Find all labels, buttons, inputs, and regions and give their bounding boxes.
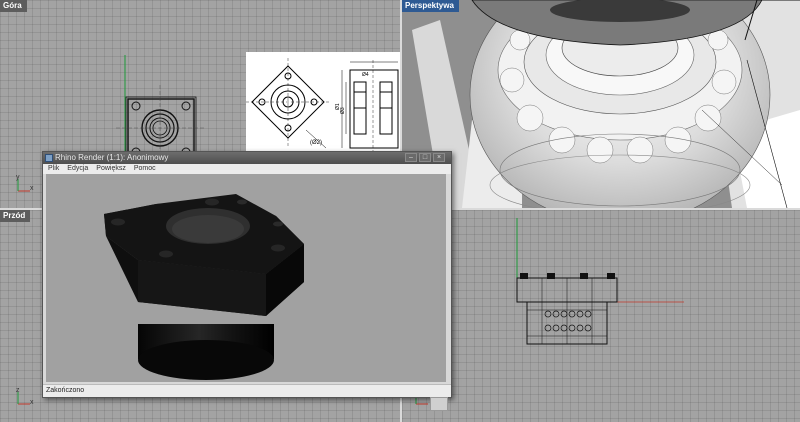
menu-edit[interactable]: Edycja [67, 164, 88, 174]
menu-zoom[interactable]: Powiększ [96, 164, 126, 174]
perspective-viewport[interactable]: Perspektywa [402, 0, 800, 208]
reference-drawing-image: (Ø2) Ø1 Ø3 Ø4 [246, 52, 400, 158]
render-window-title: Rhino Render (1:1): Anonimowy [55, 153, 169, 162]
perspective-render-geometry [412, 0, 800, 208]
front-axis-label-x: x [30, 399, 34, 406]
axis-label-x: x [30, 185, 34, 192]
reference-drawing: (Ø2) Ø1 Ø3 Ø4 [246, 58, 399, 154]
right-viewport-geometry [516, 218, 684, 345]
render-status-bar: Zakończono [43, 384, 451, 397]
drawing-dim-d2: Ø4 [362, 72, 369, 78]
right-viewport[interactable] [402, 210, 800, 422]
render-window-menubar: Plik Edycja Powiększ Pomoc [43, 164, 451, 174]
menu-help[interactable]: Pomoc [134, 164, 156, 174]
close-button[interactable]: × [433, 153, 445, 162]
minimize-button[interactable]: – [405, 153, 417, 162]
render-canvas[interactable] [46, 174, 446, 382]
render-window-titlebar[interactable]: Rhino Render (1:1): Anonimowy – □ × [43, 152, 451, 164]
drawing-dim-d4: (Ø2) [310, 140, 322, 146]
rendered-flange-bearing [104, 194, 304, 380]
rhino-app-icon [45, 154, 53, 162]
render-window[interactable]: Rhino Render (1:1): Anonimowy – □ × Plik… [42, 151, 452, 398]
drawing-dim-d3: Ø3 [340, 107, 346, 114]
status-scroll-control[interactable] [430, 397, 448, 411]
maximize-button[interactable]: □ [419, 153, 431, 162]
menu-file[interactable]: Plik [48, 164, 59, 174]
front-viewport-title[interactable]: Przód [0, 210, 31, 222]
axis-label-y: y [16, 174, 20, 181]
front-axis-label-z: z [16, 387, 20, 394]
